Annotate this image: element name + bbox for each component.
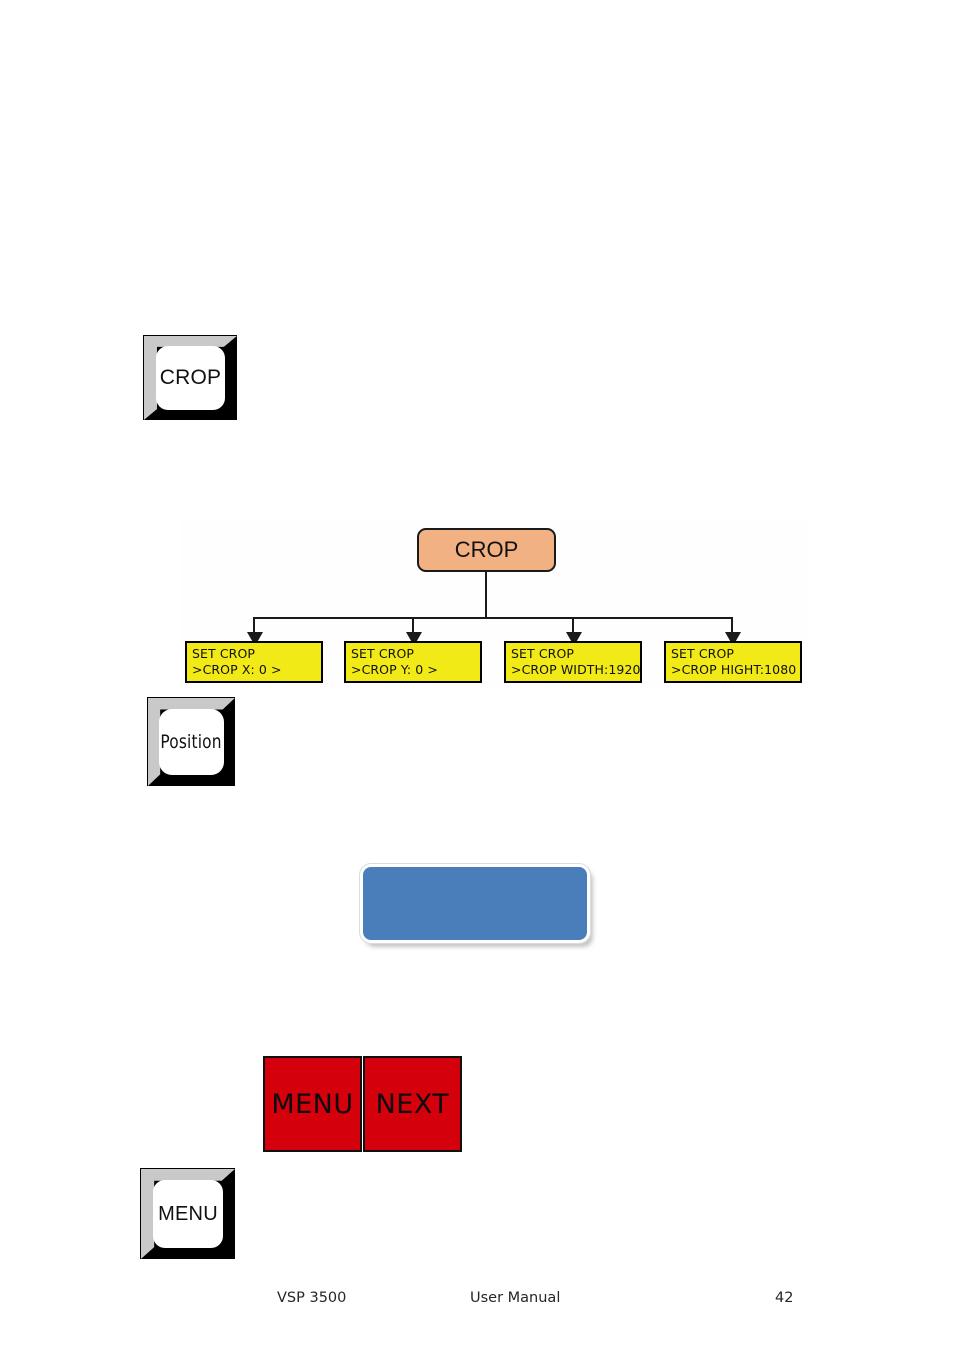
lcd-line-2: >CROP X: 0 > [192,662,282,677]
footer-product-name: VSP 3500 [277,1290,347,1306]
keycap-menu-label: MENU [158,1202,218,1225]
keycap-face: Position [159,708,224,776]
lcd-screen-crop-height: SET CROP >CROP HIGHT:1080 < [664,641,802,683]
connector-vertical-main [485,572,487,618]
red-button-menu-label: MENU [271,1088,354,1120]
lcd-line-2: >CROP HIGHT:1080 < [671,662,802,677]
lcd-line-2: >CROP Y: 0 > [351,662,438,677]
blue-bar-button[interactable] [360,864,590,943]
diagram-root-label: CROP [454,537,519,562]
red-button-menu[interactable]: MENU [263,1056,362,1152]
red-button-group: MENU NEXT [263,1056,462,1152]
crop-menu-flow-diagram: CROP SET CROP >CROP X: 0 > SET CROP >CRO… [180,521,807,688]
lcd-screen-crop-y: SET CROP >CROP Y: 0 > [344,641,482,683]
connector-horizontal-bus [253,617,733,619]
keycap-face: MENU [153,1179,223,1249]
footer-page-number: 42 [775,1290,794,1306]
keycap-crop-label: CROP [159,366,222,389]
keycap-menu[interactable]: MENU [140,1168,235,1259]
keycap-face: CROP [156,346,225,410]
footer-document-type: User Manual [470,1290,561,1306]
lcd-line-1: SET CROP [511,646,575,661]
lcd-screen-crop-x: SET CROP >CROP X: 0 > [185,641,323,683]
page-footer: VSP 3500 User Manual 42 [0,1290,954,1314]
lcd-line-2: >CROP WIDTH:1920 < [511,662,642,677]
lcd-line-1: SET CROP [351,646,415,661]
document-page: CROP CROP SET CROP >CROP X: 0 > SET CROP… [0,0,954,1350]
lcd-line-1: SET CROP [192,646,256,661]
keycap-position-label: Position [160,731,223,753]
keycap-crop[interactable]: CROP [143,335,237,420]
red-button-next-label: NEXT [375,1088,450,1120]
red-button-next[interactable]: NEXT [363,1056,462,1152]
keycap-position[interactable]: Position [147,697,235,786]
lcd-line-1: SET CROP [671,646,735,661]
lcd-screen-crop-width: SET CROP >CROP WIDTH:1920 < [504,641,642,683]
diagram-root-node: CROP [417,528,556,572]
